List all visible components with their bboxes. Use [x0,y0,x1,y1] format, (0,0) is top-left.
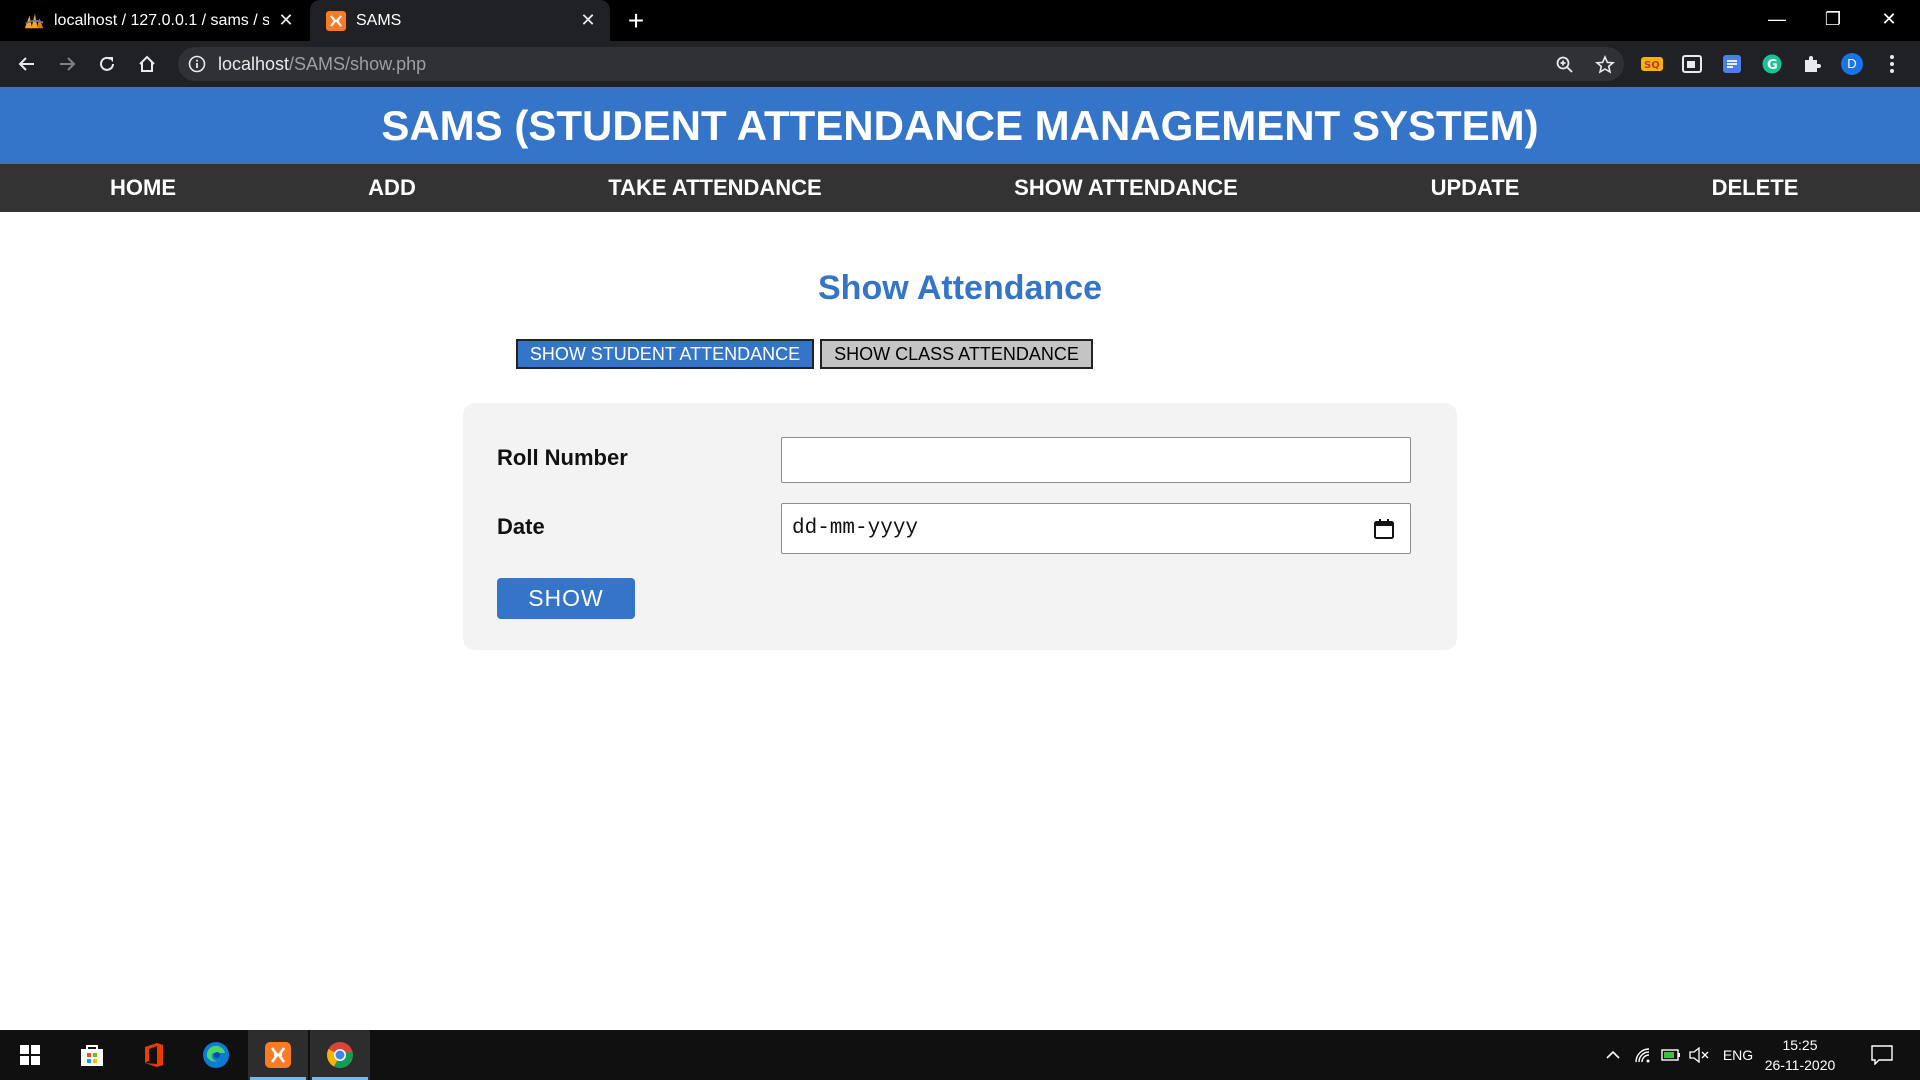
phpmyadmin-icon [24,11,44,31]
windows-taskbar: ENG 15:25 26-11-2020 [0,1030,1920,1080]
nav-show-attendance-link[interactable]: SHOW ATTENDANCE [1014,164,1238,212]
bookmark-star-icon[interactable] [1594,54,1616,76]
show-student-attendance-button[interactable]: SHOW STUDENT ATTENDANCE [516,339,814,369]
nav-update-link[interactable]: UPDATE [1431,164,1520,212]
notifications-icon[interactable] [1864,1030,1900,1080]
grammarly-icon[interactable]: G [1761,53,1783,75]
volume-muted-icon[interactable] [1686,1030,1712,1080]
store-icon[interactable] [62,1030,122,1080]
calendar-icon[interactable] [1372,517,1396,541]
show-class-attendance-button[interactable]: SHOW CLASS ATTENDANCE [820,339,1093,369]
taskbar-clock[interactable]: 15:25 26-11-2020 [1760,1035,1840,1075]
url-path: /SAMS/show.php [289,54,427,74]
svg-text:SQ: SQ [1644,60,1660,71]
address-url: localhost/SAMS/show.php [218,47,426,81]
extension-list-icon[interactable] [1721,53,1743,75]
site-nav: HOME ADD TAKE ATTENDANCE SHOW ATTENDANCE… [0,164,1920,212]
page-viewport: SAMS (STUDENT ATTENDANCE MANAGEMENT SYST… [0,87,1920,1030]
minimize-icon[interactable]: — [1752,0,1802,41]
xampp-icon [326,10,346,31]
clock-date: 26-11-2020 [1764,1057,1836,1073]
close-tab-icon[interactable]: ✕ [276,10,296,30]
show-button[interactable]: SHOW [497,578,635,619]
tray-chevron-icon[interactable] [1600,1030,1626,1080]
date-placeholder: dd-mm-yyyy [792,517,919,540]
office-icon[interactable] [124,1030,184,1080]
attendance-form: Roll Number Date dd-mm-yyyy SHOW [463,403,1457,650]
browser-toolbar: localhost/SAMS/show.php SQ G D [0,41,1920,87]
new-tab-button[interactable]: + [620,6,652,36]
site-info-icon[interactable] [188,55,206,73]
site-title: SAMS (STUDENT ATTENDANCE MANAGEMENT SYST… [0,87,1920,164]
clock-time: 15:25 [1782,1037,1818,1053]
extension-window-icon[interactable] [1681,53,1703,75]
language-indicator[interactable]: ENG [1716,1030,1760,1080]
nav-home-link[interactable]: HOME [110,164,176,212]
page-heading: Show Attendance [818,269,1102,307]
edge-icon[interactable] [186,1030,246,1080]
battery-icon[interactable] [1658,1030,1684,1080]
zoom-icon[interactable] [1554,54,1576,76]
home-icon[interactable] [130,48,164,80]
address-bar[interactable]: localhost/SAMS/show.php [178,47,1624,81]
nav-add-link[interactable]: ADD [368,164,416,212]
browser-tab-phpmyadmin[interactable]: localhost / 127.0.0.1 / sams / st_s ✕ [8,0,308,41]
nav-delete-link[interactable]: DELETE [1712,164,1799,212]
close-window-icon[interactable]: ✕ [1864,0,1914,41]
tab-title: localhost / 127.0.0.1 / sams / st_s [54,11,269,29]
date-label: Date [497,514,545,539]
start-icon[interactable] [0,1030,60,1080]
extension-sq-icon[interactable]: SQ [1641,53,1663,75]
tab-title: SAMS [356,11,402,29]
chrome-taskbar-icon[interactable] [310,1030,370,1080]
extensions-puzzle-icon[interactable] [1801,53,1823,75]
wifi-icon[interactable] [1630,1030,1656,1080]
roll-number-label: Roll Number [497,445,628,470]
restore-icon[interactable]: ❐ [1808,0,1858,41]
profile-initial: D [1847,56,1857,71]
browser-tab-sams[interactable]: SAMS ✕ [310,0,610,41]
back-icon[interactable] [10,48,44,80]
reload-icon[interactable] [90,48,124,80]
svg-text:G: G [1767,58,1778,73]
roll-number-input[interactable] [781,437,1411,483]
xampp-taskbar-icon[interactable] [248,1030,308,1080]
date-input[interactable]: dd-mm-yyyy [781,503,1411,554]
url-host: localhost [218,54,290,74]
browser-menu-icon[interactable] [1881,53,1903,75]
browser-tabstrip: localhost / 127.0.0.1 / sams / st_s ✕ SA… [0,0,1920,41]
close-tab-icon[interactable]: ✕ [578,10,598,30]
nav-take-attendance-link[interactable]: TAKE ATTENDANCE [608,164,821,212]
forward-icon[interactable] [50,48,84,80]
profile-avatar[interactable]: D [1841,53,1863,75]
